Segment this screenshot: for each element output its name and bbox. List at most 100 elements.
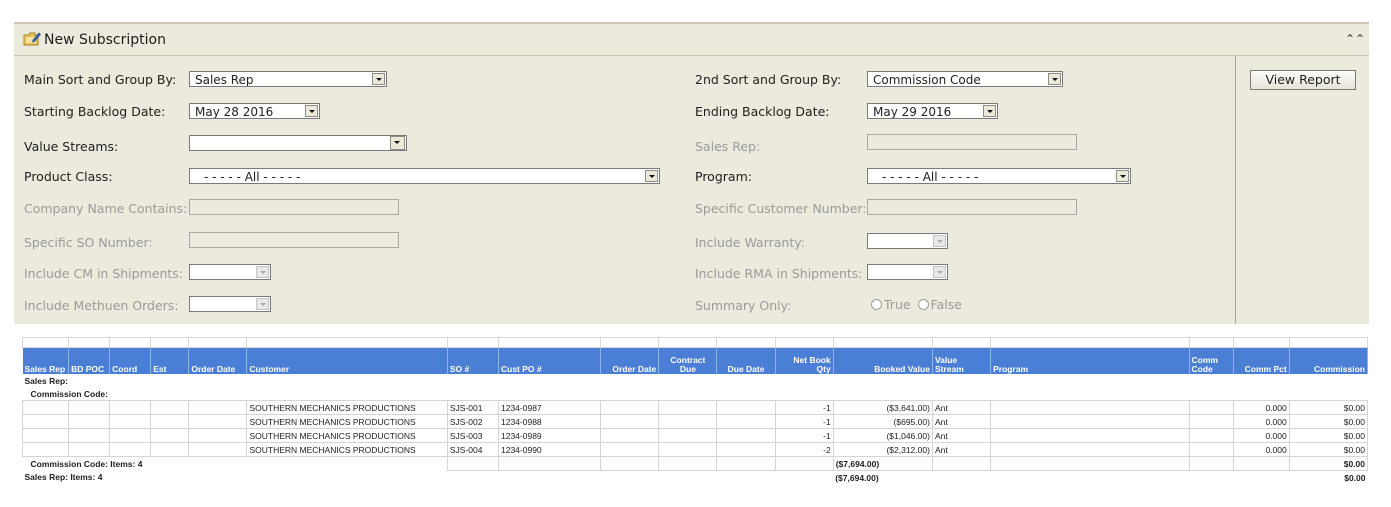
cm-label: Include CM in Shipments: xyxy=(24,266,184,281)
product-class-select[interactable]: - - - - - All - - - - - xyxy=(189,168,660,184)
so-number-label: Specific SO Number: xyxy=(24,235,153,250)
warranty-select[interactable] xyxy=(867,233,948,249)
commission-cell: $0.00 xyxy=(1288,442,1369,457)
end-date-value: May 29 2016 xyxy=(873,105,952,119)
chevron-down-icon xyxy=(256,298,269,310)
false-radio[interactable] xyxy=(917,299,929,310)
table-row: SOUTHERN MECHANICS PRODUCTIONS SJS-004 1… xyxy=(21,442,1369,457)
true-radio[interactable] xyxy=(871,299,882,310)
so-cell: SJS-002 xyxy=(446,414,500,429)
second-sort-select[interactable]: Commission Code xyxy=(867,71,1063,87)
methuen-select[interactable] xyxy=(189,296,271,312)
chevron-down-icon xyxy=(933,235,946,247)
view-report-button[interactable]: View Report xyxy=(1250,70,1356,90)
po-cell: 1234-0989 xyxy=(497,428,602,443)
col-est: Est xyxy=(150,347,190,374)
chevron-down-icon xyxy=(645,170,658,182)
cm-select[interactable] xyxy=(189,264,271,280)
commission-subtotal-label: Commission Code: Items: 4 xyxy=(30,458,143,469)
value-streams-label: Value Streams: xyxy=(24,139,119,154)
group-commission-code-row: Commission Code: xyxy=(23,387,1368,401)
group-commission-code: Commission Code: xyxy=(30,388,108,399)
so-cell: SJS-001 xyxy=(446,400,500,415)
false-radio-label: False xyxy=(930,297,962,312)
summary-label: Summary Only: xyxy=(695,298,792,313)
divider xyxy=(1235,56,1236,324)
qty-cell: -2 xyxy=(774,442,834,457)
chevron-down-icon xyxy=(1116,170,1129,182)
chevron-down-icon xyxy=(256,266,269,278)
report-table: Sales Rep BD POC Coord Est Order Date Cu… xyxy=(21,337,1369,485)
col-sales-rep: Sales Rep xyxy=(22,347,70,374)
col-customer: Customer xyxy=(246,347,448,374)
pct-cell: 0.000 xyxy=(1232,400,1290,415)
company-field[interactable] xyxy=(189,199,399,215)
main-sort-select[interactable]: Sales Rep xyxy=(189,71,387,87)
col-order-date: Order Date xyxy=(188,347,248,374)
customer-cell: SOUTHERN MECHANICS PRODUCTIONS xyxy=(246,428,448,443)
commission-subtotal-row: Commission Code: Items: 4 ($7,694.00) $0… xyxy=(23,456,1369,471)
col-cust-po: Cust PO # xyxy=(498,347,602,374)
end-date-select[interactable]: May 29 2016 xyxy=(867,103,998,119)
stream-cell: Ant xyxy=(931,414,992,429)
sales-rep-field[interactable] xyxy=(867,134,1077,150)
chevron-down-icon xyxy=(372,73,385,85)
customer-cell: SOUTHERN MECHANICS PRODUCTIONS xyxy=(246,414,448,429)
value-streams-select[interactable] xyxy=(189,135,407,151)
sales-rep-label: Sales Rep: xyxy=(695,139,761,154)
po-cell: 1234-0987 xyxy=(497,400,602,415)
col-so: SO # xyxy=(447,347,500,374)
product-class-label: Product Class: xyxy=(24,169,113,184)
so-cell: SJS-003 xyxy=(446,428,500,443)
main-sort-value: Sales Rep xyxy=(195,73,254,87)
start-date-select[interactable]: May 28 2016 xyxy=(189,103,320,119)
col-net-book-qty: Net Book Qty xyxy=(775,347,834,374)
col-commission: Commission xyxy=(1289,347,1369,374)
qty-cell: -1 xyxy=(774,428,834,443)
panel-title: New Subscription xyxy=(44,32,166,48)
table-row: SOUTHERN MECHANICS PRODUCTIONS SJS-003 1… xyxy=(21,428,1369,443)
folder-edit-icon xyxy=(23,32,41,46)
customer-number-field[interactable] xyxy=(867,199,1077,215)
rma-select[interactable] xyxy=(867,264,948,280)
col-due-date: Due Date xyxy=(716,347,776,374)
summary-radio-group: True False xyxy=(871,297,962,312)
subscription-panel: New Subscription ⌃⌃ Main Sort and Group … xyxy=(14,22,1369,324)
commission-cell: $0.00 xyxy=(1288,400,1369,415)
col-bd-poc: BD POC xyxy=(68,347,111,374)
rep-total-label: Sales Rep: Items: 4 xyxy=(24,472,103,483)
customer-cell: SOUTHERN MECHANICS PRODUCTIONS xyxy=(246,442,448,457)
double-chevron-up-icon[interactable]: ⌃⌃ xyxy=(1345,31,1365,47)
stream-cell: Ant xyxy=(931,442,992,457)
col-value-stream: Value Stream xyxy=(932,347,992,374)
col-program: Program xyxy=(990,347,1190,374)
pct-cell: 0.000 xyxy=(1232,442,1290,457)
so-number-field[interactable] xyxy=(189,232,399,248)
report-spacer-row xyxy=(21,337,1369,348)
po-cell: 1234-0988 xyxy=(497,414,602,429)
rep-total-row: Sales Rep: Items: 4 ($7,694.00) $0.00 xyxy=(23,471,1368,485)
second-sort-value: Commission Code xyxy=(873,73,981,87)
report-area: Sales Rep BD POC Coord Est Order Date Cu… xyxy=(21,337,1369,485)
main-sort-label: Main Sort and Group By: xyxy=(24,72,177,87)
value-cell: ($1,046.00) xyxy=(832,428,933,443)
value-cell: ($2,312.00) xyxy=(832,442,933,457)
commission-subtotal-commission: $0.00 xyxy=(1288,456,1369,471)
warranty-label: Include Warranty: xyxy=(695,235,805,250)
program-label: Program: xyxy=(695,169,752,184)
table-row: SOUTHERN MECHANICS PRODUCTIONS SJS-001 1… xyxy=(21,400,1369,415)
col-comm-pct: Comm Pct xyxy=(1233,347,1290,374)
chevron-down-icon xyxy=(1048,73,1061,85)
program-select[interactable]: - - - - - All - - - - - xyxy=(867,168,1131,184)
group-sales-rep: Sales Rep: xyxy=(24,375,68,386)
po-cell: 1234-0990 xyxy=(497,442,602,457)
table-row: SOUTHERN MECHANICS PRODUCTIONS SJS-002 1… xyxy=(21,414,1369,429)
qty-cell: -1 xyxy=(774,414,834,429)
start-date-label: Starting Backlog Date: xyxy=(24,104,166,119)
end-date-label: Ending Backlog Date: xyxy=(695,104,830,119)
product-class-value: - - - - - All - - - - - xyxy=(204,170,301,184)
customer-cell: SOUTHERN MECHANICS PRODUCTIONS xyxy=(246,400,448,415)
qty-cell: -1 xyxy=(774,400,834,415)
true-radio-label: True xyxy=(884,297,911,312)
value-cell: ($3,641.00) xyxy=(832,400,933,415)
